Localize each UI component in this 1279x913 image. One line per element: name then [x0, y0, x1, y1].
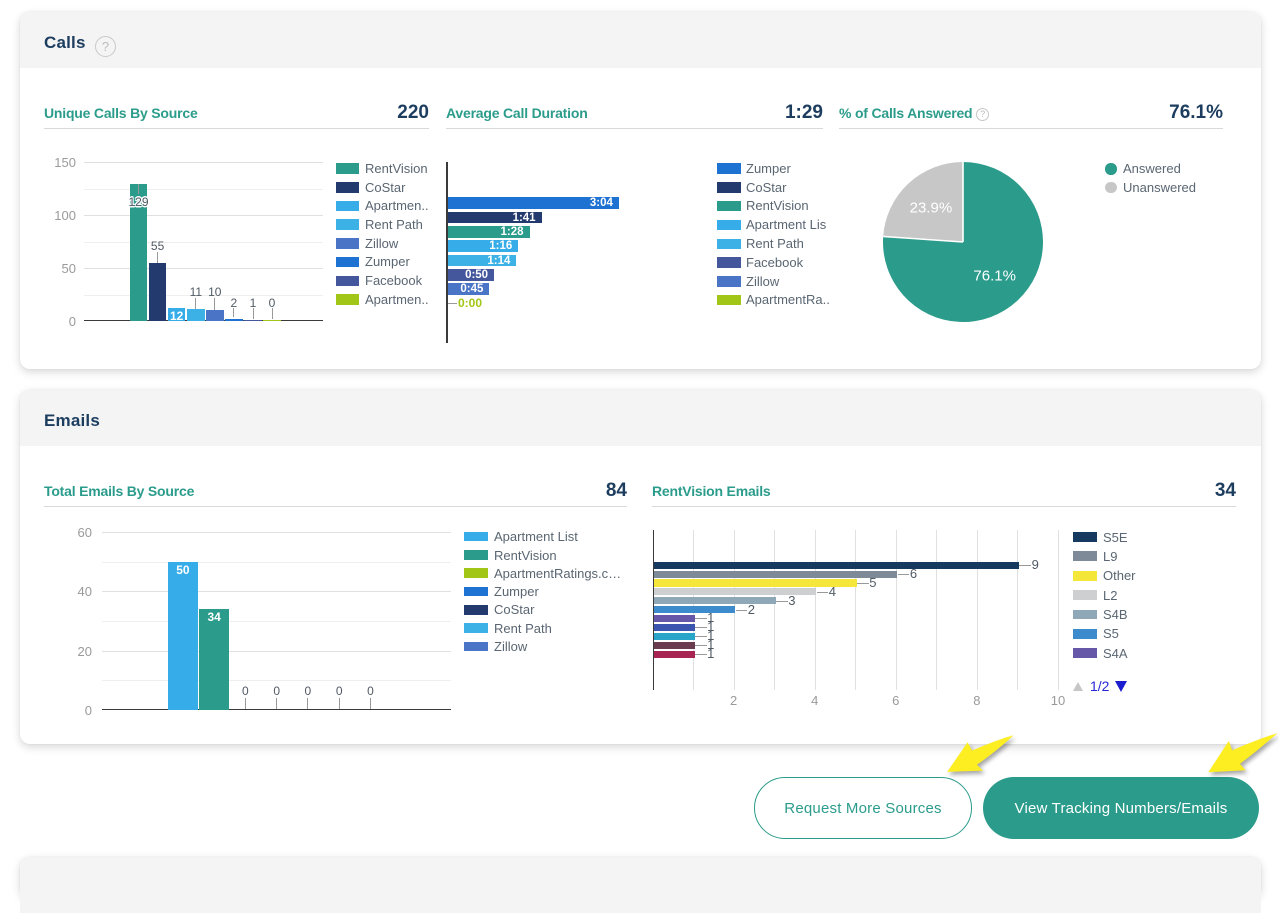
svg-text:23.9%: 23.9% [910, 200, 953, 217]
svg-text:76.1%: 76.1% [973, 268, 1016, 285]
